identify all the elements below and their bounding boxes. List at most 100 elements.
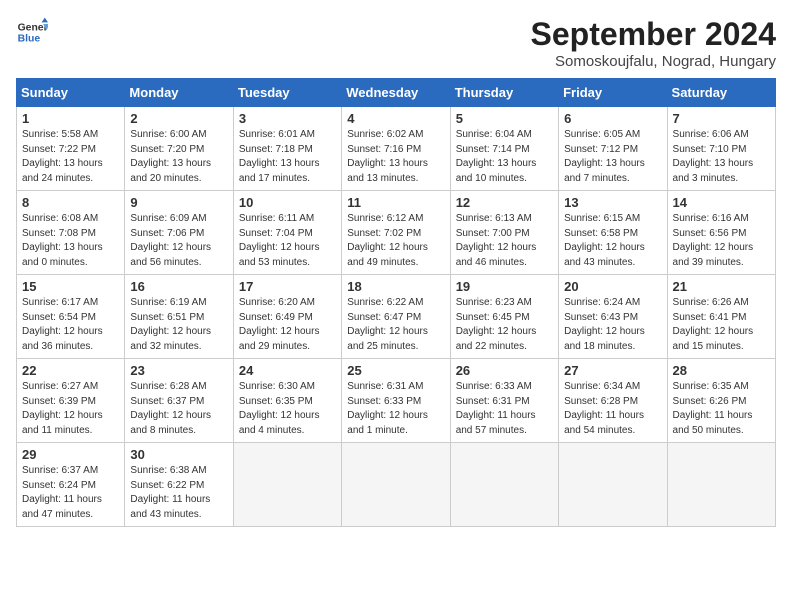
day-info: Sunrise: 6:20 AMSunset: 6:49 PMDaylight:…: [239, 296, 336, 354]
calendar-cell: 8 Sunrise: 6:08 AMSunset: 7:08 PMDayligh…: [17, 191, 125, 275]
day-number: 13: [564, 195, 661, 210]
calendar-table: SundayMondayTuesdayWednesdayThursdayFrid…: [16, 78, 776, 527]
day-info: Sunrise: 6:01 AMSunset: 7:18 PMDaylight:…: [239, 128, 336, 186]
calendar-cell: 29 Sunrise: 6:37 AMSunset: 6:24 PMDaylig…: [17, 443, 125, 527]
day-number: 12: [456, 195, 553, 210]
calendar-cell: 18 Sunrise: 6:22 AMSunset: 6:47 PMDaylig…: [342, 275, 450, 359]
day-number: 7: [673, 111, 770, 126]
day-number: 8: [22, 195, 119, 210]
day-info: Sunrise: 6:15 AMSunset: 6:58 PMDaylight:…: [564, 212, 661, 270]
day-info: Sunrise: 6:38 AMSunset: 6:22 PMDaylight:…: [130, 464, 227, 522]
weekday-header-wednesday: Wednesday: [342, 79, 450, 107]
weekday-header-thursday: Thursday: [450, 79, 558, 107]
calendar-cell: 25 Sunrise: 6:31 AMSunset: 6:33 PMDaylig…: [342, 359, 450, 443]
day-number: 26: [456, 363, 553, 378]
calendar-week-1: 1 Sunrise: 5:58 AMSunset: 7:22 PMDayligh…: [17, 107, 776, 191]
calendar-cell: [342, 443, 450, 527]
day-info: Sunrise: 6:33 AMSunset: 6:31 PMDaylight:…: [456, 380, 553, 438]
calendar-cell: 16 Sunrise: 6:19 AMSunset: 6:51 PMDaylig…: [125, 275, 233, 359]
day-number: 10: [239, 195, 336, 210]
day-number: 17: [239, 279, 336, 294]
day-number: 3: [239, 111, 336, 126]
day-number: 27: [564, 363, 661, 378]
day-info: Sunrise: 6:27 AMSunset: 6:39 PMDaylight:…: [22, 380, 119, 438]
day-info: Sunrise: 6:00 AMSunset: 7:20 PMDaylight:…: [130, 128, 227, 186]
logo-icon: General Blue: [16, 16, 48, 48]
day-info: Sunrise: 6:05 AMSunset: 7:12 PMDaylight:…: [564, 128, 661, 186]
day-info: Sunrise: 6:13 AMSunset: 7:00 PMDaylight:…: [456, 212, 553, 270]
day-number: 30: [130, 447, 227, 462]
calendar-cell: 30 Sunrise: 6:38 AMSunset: 6:22 PMDaylig…: [125, 443, 233, 527]
day-info: Sunrise: 6:09 AMSunset: 7:06 PMDaylight:…: [130, 212, 227, 270]
day-info: Sunrise: 6:24 AMSunset: 6:43 PMDaylight:…: [564, 296, 661, 354]
calendar-cell: 10 Sunrise: 6:11 AMSunset: 7:04 PMDaylig…: [233, 191, 341, 275]
calendar-cell: 28 Sunrise: 6:35 AMSunset: 6:26 PMDaylig…: [667, 359, 775, 443]
day-info: Sunrise: 6:22 AMSunset: 6:47 PMDaylight:…: [347, 296, 444, 354]
calendar-cell: 5 Sunrise: 6:04 AMSunset: 7:14 PMDayligh…: [450, 107, 558, 191]
title-block: September 2024 Somoskoujfalu, Nograd, Hu…: [531, 16, 776, 70]
day-number: 16: [130, 279, 227, 294]
day-info: Sunrise: 6:02 AMSunset: 7:16 PMDaylight:…: [347, 128, 444, 186]
day-number: 9: [130, 195, 227, 210]
day-info: Sunrise: 6:37 AMSunset: 6:24 PMDaylight:…: [22, 464, 119, 522]
day-number: 18: [347, 279, 444, 294]
calendar-cell: 21 Sunrise: 6:26 AMSunset: 6:41 PMDaylig…: [667, 275, 775, 359]
weekday-header-tuesday: Tuesday: [233, 79, 341, 107]
calendar-week-3: 15 Sunrise: 6:17 AMSunset: 6:54 PMDaylig…: [17, 275, 776, 359]
day-number: 19: [456, 279, 553, 294]
calendar-cell: 26 Sunrise: 6:33 AMSunset: 6:31 PMDaylig…: [450, 359, 558, 443]
day-info: Sunrise: 6:30 AMSunset: 6:35 PMDaylight:…: [239, 380, 336, 438]
day-number: 24: [239, 363, 336, 378]
location-title: Somoskoujfalu, Nograd, Hungary: [531, 53, 776, 70]
day-number: 20: [564, 279, 661, 294]
day-info: Sunrise: 6:34 AMSunset: 6:28 PMDaylight:…: [564, 380, 661, 438]
calendar-cell: 6 Sunrise: 6:05 AMSunset: 7:12 PMDayligh…: [559, 107, 667, 191]
calendar-cell: 1 Sunrise: 5:58 AMSunset: 7:22 PMDayligh…: [17, 107, 125, 191]
day-number: 11: [347, 195, 444, 210]
svg-text:Blue: Blue: [18, 34, 41, 45]
day-number: 5: [456, 111, 553, 126]
calendar-cell: 2 Sunrise: 6:00 AMSunset: 7:20 PMDayligh…: [125, 107, 233, 191]
day-info: Sunrise: 6:11 AMSunset: 7:04 PMDaylight:…: [239, 212, 336, 270]
logo: General Blue: [16, 16, 48, 48]
calendar-cell: 24 Sunrise: 6:30 AMSunset: 6:35 PMDaylig…: [233, 359, 341, 443]
day-info: Sunrise: 6:08 AMSunset: 7:08 PMDaylight:…: [22, 212, 119, 270]
month-title: September 2024: [531, 16, 776, 53]
calendar-cell: 15 Sunrise: 6:17 AMSunset: 6:54 PMDaylig…: [17, 275, 125, 359]
day-number: 2: [130, 111, 227, 126]
day-info: Sunrise: 6:26 AMSunset: 6:41 PMDaylight:…: [673, 296, 770, 354]
weekday-header-sunday: Sunday: [17, 79, 125, 107]
calendar-cell: [559, 443, 667, 527]
calendar-cell: 22 Sunrise: 6:27 AMSunset: 6:39 PMDaylig…: [17, 359, 125, 443]
day-info: Sunrise: 5:58 AMSunset: 7:22 PMDaylight:…: [22, 128, 119, 186]
day-info: Sunrise: 6:17 AMSunset: 6:54 PMDaylight:…: [22, 296, 119, 354]
calendar-cell: 3 Sunrise: 6:01 AMSunset: 7:18 PMDayligh…: [233, 107, 341, 191]
day-info: Sunrise: 6:23 AMSunset: 6:45 PMDaylight:…: [456, 296, 553, 354]
day-info: Sunrise: 6:12 AMSunset: 7:02 PMDaylight:…: [347, 212, 444, 270]
calendar-cell: 9 Sunrise: 6:09 AMSunset: 7:06 PMDayligh…: [125, 191, 233, 275]
calendar-cell: 27 Sunrise: 6:34 AMSunset: 6:28 PMDaylig…: [559, 359, 667, 443]
calendar-cell: 12 Sunrise: 6:13 AMSunset: 7:00 PMDaylig…: [450, 191, 558, 275]
calendar-cell: [450, 443, 558, 527]
calendar-cell: 13 Sunrise: 6:15 AMSunset: 6:58 PMDaylig…: [559, 191, 667, 275]
weekday-header-monday: Monday: [125, 79, 233, 107]
calendar-week-2: 8 Sunrise: 6:08 AMSunset: 7:08 PMDayligh…: [17, 191, 776, 275]
day-number: 23: [130, 363, 227, 378]
day-number: 4: [347, 111, 444, 126]
day-number: 21: [673, 279, 770, 294]
day-number: 6: [564, 111, 661, 126]
day-number: 22: [22, 363, 119, 378]
day-number: 15: [22, 279, 119, 294]
calendar-cell: 11 Sunrise: 6:12 AMSunset: 7:02 PMDaylig…: [342, 191, 450, 275]
weekday-header-friday: Friday: [559, 79, 667, 107]
calendar-cell: 14 Sunrise: 6:16 AMSunset: 6:56 PMDaylig…: [667, 191, 775, 275]
calendar-cell: [667, 443, 775, 527]
day-info: Sunrise: 6:16 AMSunset: 6:56 PMDaylight:…: [673, 212, 770, 270]
day-info: Sunrise: 6:28 AMSunset: 6:37 PMDaylight:…: [130, 380, 227, 438]
calendar-cell: 17 Sunrise: 6:20 AMSunset: 6:49 PMDaylig…: [233, 275, 341, 359]
calendar-cell: 7 Sunrise: 6:06 AMSunset: 7:10 PMDayligh…: [667, 107, 775, 191]
day-info: Sunrise: 6:31 AMSunset: 6:33 PMDaylight:…: [347, 380, 444, 438]
day-number: 14: [673, 195, 770, 210]
calendar-cell: 4 Sunrise: 6:02 AMSunset: 7:16 PMDayligh…: [342, 107, 450, 191]
calendar-cell: 20 Sunrise: 6:24 AMSunset: 6:43 PMDaylig…: [559, 275, 667, 359]
